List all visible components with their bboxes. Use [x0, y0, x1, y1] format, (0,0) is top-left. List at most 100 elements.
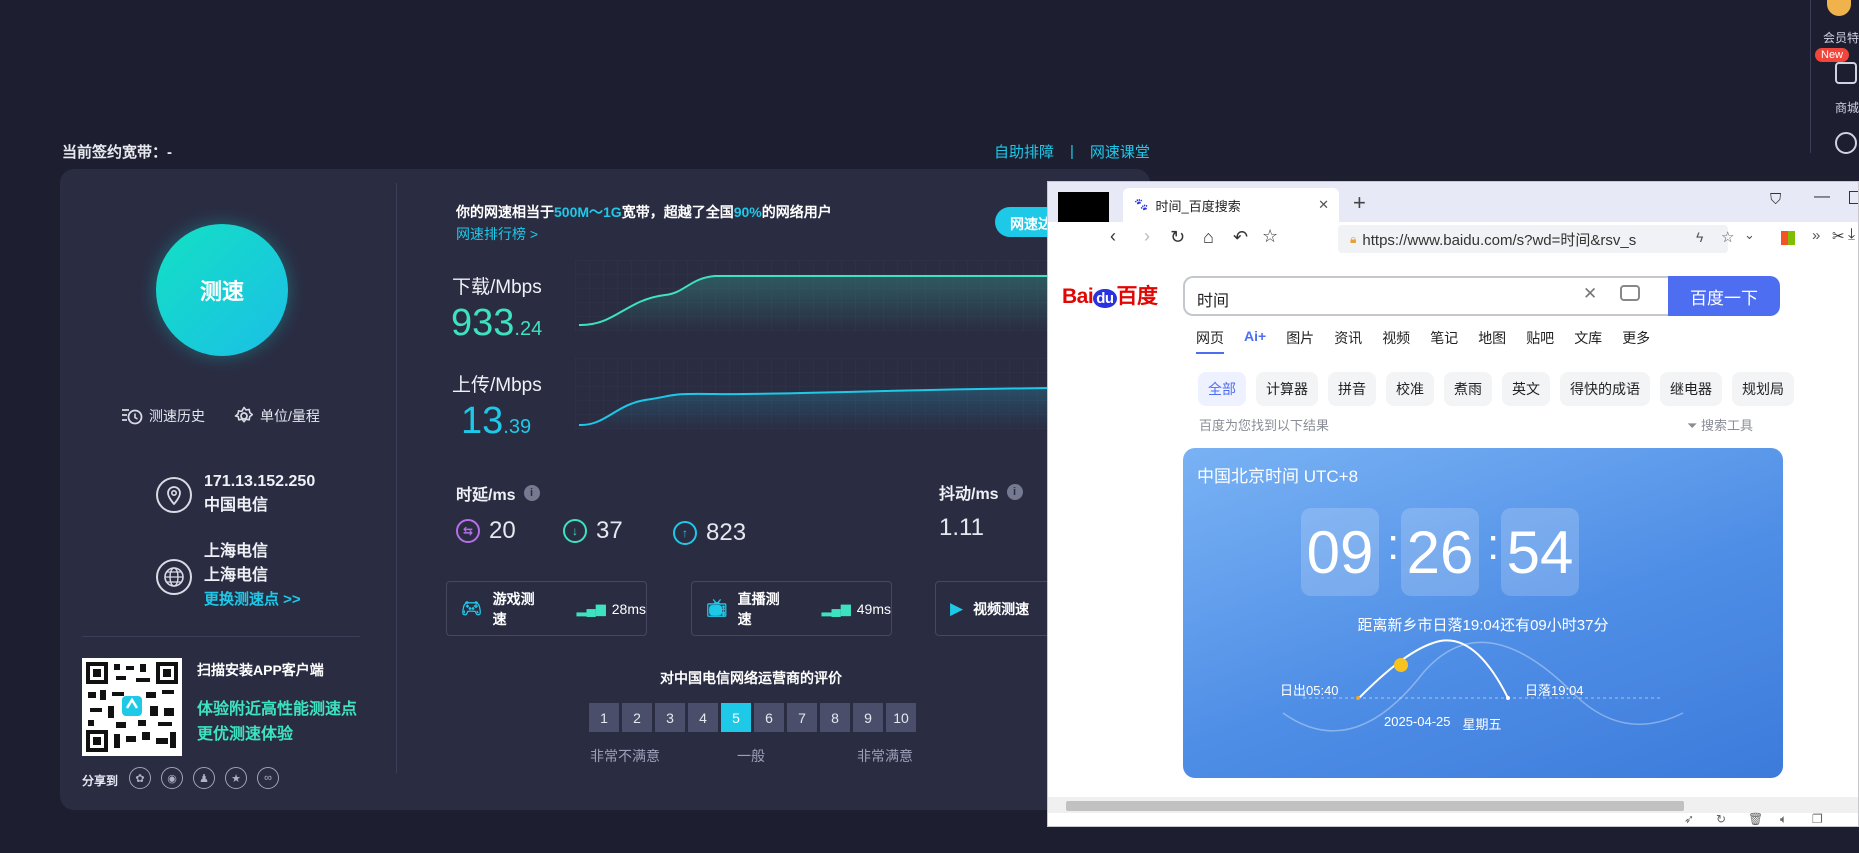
tab-map[interactable]: 地图 — [1478, 328, 1506, 354]
chip-all[interactable]: 全部 — [1198, 372, 1246, 406]
rating-option[interactable]: 9 — [853, 703, 883, 732]
tab-web[interactable]: 网页 — [1196, 328, 1224, 354]
add-test-icon[interactable] — [1835, 132, 1857, 154]
download-icon[interactable]: ⤓ — [1848, 226, 1855, 244]
back-icon[interactable]: ‹ — [1110, 226, 1116, 247]
status-window-icon[interactable]: ❐ — [1812, 812, 1823, 826]
rank-link[interactable]: 网速排行榜 > — [456, 224, 538, 244]
weibo-share-icon[interactable]: ◉ — [161, 767, 183, 789]
status-volume-icon[interactable]: 🔈︎ — [1780, 812, 1787, 826]
live-test-card[interactable]: 📺︎ 直播测速 ▂▄▆ 49ms — [691, 581, 892, 636]
top-links: 自助排障 | 网速课堂 — [994, 141, 1150, 162]
latency-info-icon[interactable]: i — [523, 485, 540, 501]
chip[interactable]: 计算器 — [1256, 372, 1318, 406]
rating-option[interactable]: 10 — [886, 703, 916, 732]
shirt-icon[interactable]: ⛉ — [1770, 191, 1781, 208]
tv-icon: 📺︎ — [706, 598, 728, 618]
tab-wenku[interactable]: 文库 — [1574, 328, 1602, 354]
search-tools-button[interactable]: ⏷ 搜索工具 — [1687, 415, 1753, 434]
new-tab-button[interactable]: + — [1353, 190, 1366, 216]
url-star-icon[interactable]: ☆ — [1721, 228, 1734, 246]
lightning-icon[interactable]: ϟ — [1696, 229, 1703, 245]
start-test-button[interactable]: 测速 — [156, 224, 288, 356]
tab-video[interactable]: 视频 — [1382, 328, 1410, 354]
apps-icon[interactable] — [1781, 231, 1795, 245]
self-check-link[interactable]: 自助排障 — [994, 141, 1054, 162]
latency-value-c: 823 — [706, 519, 747, 546]
sidebar-item-vip[interactable]: 会员特 — [1823, 29, 1859, 46]
unit-button[interactable]: 单位/量程 — [234, 406, 320, 426]
upload-dec: .39 — [503, 416, 532, 438]
video-test-card[interactable]: ▶︎ 视频测速 — [935, 581, 1055, 636]
search-button[interactable]: 百度一下 — [1668, 276, 1780, 316]
tab-title: 时间_百度搜索 — [1155, 198, 1241, 214]
reload-icon[interactable]: ↻ — [1170, 227, 1185, 248]
chip[interactable]: 规划局 — [1732, 372, 1794, 406]
rating-option[interactable]: 4 — [688, 703, 718, 732]
tab-news[interactable]: 资讯 — [1334, 328, 1362, 354]
url-dropdown-icon[interactable]: ⌄ — [1744, 227, 1755, 243]
clear-search-icon[interactable]: ✕ — [1583, 284, 1597, 304]
chip[interactable]: 得快的成语 — [1560, 372, 1650, 406]
download-latency-icon: ↓ — [563, 519, 587, 543]
rating-high-label: 非常满意 — [857, 748, 913, 764]
tab-notes[interactable]: 笔记 — [1430, 328, 1458, 354]
scissors-icon[interactable]: ✂ — [1832, 227, 1845, 245]
logo-cn: 百度 — [1116, 285, 1159, 308]
vip-icon[interactable] — [1827, 0, 1851, 16]
globe-icon — [156, 559, 192, 595]
camera-search-icon[interactable] — [1620, 285, 1640, 301]
status-trash-icon[interactable]: 🗑︎ — [1748, 812, 1763, 826]
chip[interactable]: 煮雨 — [1444, 372, 1492, 406]
rating-option-selected[interactable]: 5 — [721, 703, 751, 732]
forward-icon[interactable]: › — [1144, 226, 1150, 247]
location-icon — [156, 477, 192, 513]
tab-images[interactable]: 图片 — [1286, 328, 1314, 354]
chip[interactable]: 拼音 — [1328, 372, 1376, 406]
wechat-share-icon[interactable]: ✿ — [129, 767, 151, 789]
rating-option[interactable]: 2 — [622, 703, 652, 732]
address-bar[interactable]: 🔒︎ https://www.baidu.com/s?wd=时间&rsv_s — [1338, 225, 1728, 253]
history-label: 测速历史 — [149, 408, 205, 424]
change-server-link[interactable]: 更换测速点 >> — [204, 588, 301, 612]
scrollbar-thumb[interactable] — [1066, 801, 1684, 811]
gamepad-icon: 🎮︎ — [461, 598, 483, 618]
video-test-label: 视频测速 — [973, 600, 1030, 617]
download-int: 933 — [451, 302, 515, 344]
qq-share-icon[interactable]: ♟ — [193, 767, 215, 789]
game-test-card[interactable]: 🎮︎ 游戏测速 ▂▄▆ 28ms — [446, 581, 647, 636]
jitter-info-icon[interactable]: i — [1006, 484, 1023, 500]
rating-option[interactable]: 3 — [655, 703, 685, 732]
shop-icon[interactable] — [1835, 62, 1857, 84]
rating-option[interactable]: 6 — [754, 703, 784, 732]
sidebar-item-shop[interactable]: 商城 — [1835, 99, 1859, 116]
minimize-icon[interactable]: — — [1814, 188, 1830, 206]
bookmark-star-icon[interactable]: ☆ — [1262, 226, 1278, 247]
speed-class-link[interactable]: 网速课堂 — [1090, 141, 1150, 162]
isp-name: 中国电信 — [204, 497, 269, 514]
status-bar — [1048, 813, 1858, 826]
close-tab-icon[interactable]: ✕ — [1318, 197, 1329, 213]
rating-option[interactable]: 8 — [820, 703, 850, 732]
baidu-logo[interactable]: Bai du 百度 — [1062, 280, 1158, 310]
link-share-icon[interactable]: ∞ — [257, 767, 279, 789]
rating-low-label: 非常不满意 — [590, 748, 660, 764]
status-rocket-icon[interactable]: ➶ — [1684, 812, 1694, 826]
chip[interactable]: 校准 — [1386, 372, 1434, 406]
more-tools-icon[interactable]: » — [1812, 227, 1820, 244]
tab-tieba[interactable]: 贴吧 — [1526, 328, 1554, 354]
browser-tab[interactable]: 🐾︎ 时间_百度搜索 ✕ — [1123, 188, 1339, 222]
chip[interactable]: 继电器 — [1660, 372, 1722, 406]
status-refresh-icon[interactable]: ↻ — [1716, 812, 1726, 826]
chip[interactable]: 英文 — [1502, 372, 1550, 406]
tab-more[interactable]: 更多 — [1622, 328, 1650, 354]
star-share-icon[interactable]: ★ — [225, 767, 247, 789]
tab-ai[interactable]: Ai+ — [1244, 328, 1266, 354]
undo-icon[interactable]: ↶ — [1233, 227, 1248, 248]
video-icon: ▶︎ — [950, 598, 964, 618]
rating-option[interactable]: 1 — [589, 703, 619, 732]
home-icon[interactable]: ⌂ — [1203, 227, 1214, 248]
maximize-icon[interactable] — [1849, 191, 1858, 204]
rating-option[interactable]: 7 — [787, 703, 817, 732]
history-button[interactable]: 测速历史 — [121, 406, 205, 426]
